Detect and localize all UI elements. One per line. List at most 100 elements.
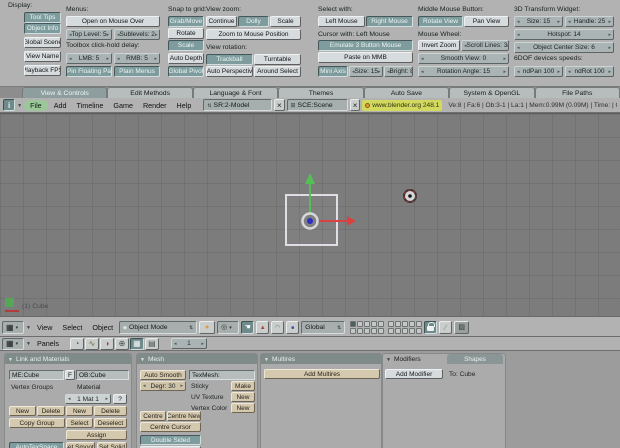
top-level-stepper[interactable]: Top Level: 5 bbox=[66, 29, 112, 40]
manipulator-rotate-toggle[interactable] bbox=[271, 320, 285, 334]
mini-axis-toggle[interactable]: Mini Axis bbox=[318, 66, 348, 77]
layer-toggle[interactable] bbox=[350, 320, 357, 327]
open-on-mouse-over-toggle[interactable]: Open on Mouse Over bbox=[66, 16, 160, 27]
mmb-pan-view-toggle[interactable]: Pan View bbox=[464, 16, 509, 27]
rmb-delay-stepper[interactable]: RMB: 5 bbox=[114, 53, 160, 64]
menu-add[interactable]: Add bbox=[50, 101, 71, 110]
script-context-button[interactable] bbox=[84, 337, 99, 350]
fake-user-button[interactable]: F bbox=[65, 370, 75, 380]
centre-button[interactable]: Centre bbox=[140, 411, 166, 421]
menu-view[interactable]: View bbox=[33, 323, 56, 332]
editor-type-selector[interactable] bbox=[2, 320, 24, 334]
sublevels-stepper[interactable]: Sublevels: 2 bbox=[114, 29, 160, 40]
autotexspace-toggle[interactable]: AutoTexSpace bbox=[9, 442, 64, 448]
menu-render[interactable]: Render bbox=[139, 101, 171, 110]
editing-context-button[interactable] bbox=[129, 337, 144, 350]
scene-context-button[interactable] bbox=[144, 337, 159, 350]
set-solid-button[interactable]: Set Solid bbox=[97, 442, 127, 448]
header-collapse-icon[interactable] bbox=[26, 340, 31, 347]
plain-menus-toggle[interactable]: Plain Menus bbox=[114, 66, 160, 77]
mmb-rotate-view-toggle[interactable]: Rotate View bbox=[418, 16, 463, 27]
layer-toggle[interactable] bbox=[371, 327, 378, 334]
menu-file[interactable]: File bbox=[24, 99, 48, 111]
vgroup-delete-button[interactable]: Delete bbox=[37, 406, 65, 416]
object-name-field[interactable]: OB:Cube bbox=[76, 370, 129, 380]
paste-on-mmb-toggle[interactable]: Paste on MMB bbox=[318, 52, 413, 63]
material-select-button[interactable]: Select bbox=[66, 418, 93, 428]
widget-size-stepper[interactable]: Size: 15 bbox=[514, 16, 563, 27]
layer-toggle[interactable] bbox=[378, 327, 385, 334]
screen-delete-button[interactable] bbox=[274, 99, 285, 111]
manipulator-translate-toggle[interactable] bbox=[256, 320, 270, 334]
auto-depth-toggle[interactable]: Auto Depth bbox=[168, 53, 204, 64]
snap-rotate-toggle[interactable]: Rotate bbox=[168, 28, 204, 39]
tool-tips-toggle[interactable]: Tool Tips bbox=[24, 12, 61, 23]
double-sided-toggle[interactable]: Double Sided bbox=[140, 435, 201, 445]
orientation-selector[interactable]: Global bbox=[301, 320, 346, 334]
shading-context-button[interactable] bbox=[99, 337, 114, 350]
around-selection-toggle[interactable]: Around Select bbox=[254, 66, 301, 77]
scene-selector[interactable]: SCE:Scene bbox=[286, 99, 348, 111]
pivot-selector[interactable] bbox=[217, 320, 240, 334]
auto-perspective-toggle[interactable]: Auto Perspectiv bbox=[206, 66, 253, 77]
select-left-mouse-toggle[interactable]: Left Mouse bbox=[318, 16, 365, 27]
menu-timeline[interactable]: Timeline bbox=[72, 101, 107, 110]
select-right-mouse-toggle[interactable]: Right Mouse bbox=[366, 16, 413, 27]
mini-axis-bright-stepper[interactable]: Bright: 8 bbox=[384, 66, 413, 77]
trackball-toggle[interactable]: Trackball bbox=[206, 54, 253, 65]
render-preview-button[interactable] bbox=[454, 320, 470, 334]
manipulator-scale-toggle[interactable] bbox=[286, 320, 300, 334]
cube-object[interactable] bbox=[285, 194, 338, 246]
set-smooth-button[interactable]: Set Smooth bbox=[66, 442, 95, 448]
layer-toggle[interactable] bbox=[416, 327, 423, 334]
blender-version-link[interactable]: www.blender.org 248.1 bbox=[362, 99, 443, 111]
sticky-make-button[interactable]: Make bbox=[231, 381, 255, 391]
pin-floating-panels-toggle[interactable]: Pin Floating Pa bbox=[66, 66, 112, 77]
panel-header[interactable]: Modifiers Shapes bbox=[383, 354, 505, 364]
widget-handle-stepper[interactable]: Handle: 25 bbox=[565, 16, 614, 27]
material-index-stepper[interactable]: 1 Mat 1 bbox=[65, 394, 111, 404]
panel-collapse-icon[interactable] bbox=[140, 356, 145, 363]
panel-header[interactable]: Multires bbox=[261, 354, 381, 364]
proportional-edit-button[interactable] bbox=[439, 320, 453, 334]
draw-type-selector[interactable] bbox=[199, 320, 216, 334]
panel-collapse-icon[interactable] bbox=[264, 356, 269, 363]
snap-grab-toggle[interactable]: Grab/Move bbox=[168, 16, 204, 27]
vgroup-new-button[interactable]: New bbox=[9, 406, 36, 416]
scene-delete-button[interactable] bbox=[349, 99, 361, 111]
layer-toggle[interactable] bbox=[402, 327, 409, 334]
panel-header[interactable]: Link and Materials bbox=[5, 354, 131, 364]
vertex-color-new-button[interactable]: New bbox=[231, 403, 255, 413]
menu-help[interactable]: Help bbox=[173, 101, 196, 110]
view-name-toggle[interactable]: View Name bbox=[24, 51, 61, 62]
layer-toggle[interactable] bbox=[395, 327, 402, 334]
zoom-to-mouse-toggle[interactable]: Zoom to Mouse Position bbox=[206, 29, 301, 40]
smooth-view-stepper[interactable]: Smooth View: 0 bbox=[418, 53, 509, 64]
ndrot-stepper[interactable]: ndRot 100 bbox=[565, 66, 614, 77]
material-assign-button[interactable]: Assign bbox=[66, 430, 127, 440]
mode-selector[interactable]: Object Mode bbox=[119, 320, 198, 334]
screen-selector[interactable]: SR:2-Model bbox=[203, 99, 273, 111]
lmb-delay-stepper[interactable]: LMB: 5 bbox=[66, 53, 112, 64]
layer-toggle[interactable] bbox=[364, 327, 371, 334]
material-query-button[interactable]: ? bbox=[113, 394, 127, 404]
scroll-lines-stepper[interactable]: Scroll Lines: 3 bbox=[461, 40, 509, 51]
object-info-toggle[interactable]: Object Info bbox=[24, 23, 61, 34]
auto-smooth-toggle[interactable]: Auto Smooth bbox=[140, 370, 186, 380]
editor-type-selector[interactable] bbox=[2, 337, 24, 350]
material-deselect-button[interactable]: Deselect bbox=[94, 418, 127, 428]
info-window-button[interactable] bbox=[3, 99, 16, 111]
ndpan-stepper[interactable]: ndPan 100 bbox=[514, 66, 563, 77]
menu-panels[interactable]: Panels bbox=[33, 339, 63, 348]
playback-fps-toggle[interactable]: Playback FPS bbox=[24, 65, 61, 76]
global-pivot-toggle[interactable]: Global Pivot bbox=[168, 66, 204, 77]
degr-stepper[interactable]: Degr: 30 bbox=[140, 381, 186, 391]
turntable-toggle[interactable]: Turntable bbox=[254, 54, 301, 65]
panel-collapse-icon[interactable] bbox=[386, 356, 391, 363]
widget-hotspot-stepper[interactable]: Hotspot: 14 bbox=[514, 29, 614, 40]
layer-toggle[interactable] bbox=[388, 320, 395, 327]
layer-toggle[interactable] bbox=[357, 327, 364, 334]
menu-object[interactable]: Object bbox=[88, 323, 117, 332]
lock-layers-button[interactable] bbox=[424, 320, 438, 334]
layer-toggle[interactable] bbox=[416, 320, 423, 327]
